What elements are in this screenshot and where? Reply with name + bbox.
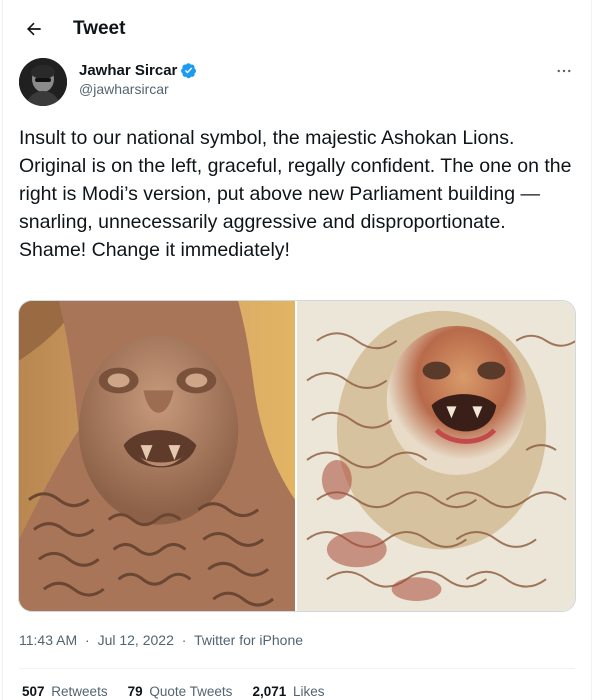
top-bar: Tweet [3, 0, 591, 58]
back-button[interactable] [17, 12, 51, 46]
quotes-label: Quote Tweets [149, 684, 233, 699]
page-title: Tweet [73, 18, 126, 39]
author-row: Jawhar Sircar @jawharsircar [3, 58, 591, 114]
quotes-count: 79 [127, 684, 143, 699]
avatar[interactable] [19, 58, 67, 106]
quote-tweets-stat[interactable]: 79 Quote Tweets [128, 684, 233, 699]
likes-label: Likes [293, 684, 325, 699]
tweet-media [18, 300, 576, 612]
lion-sculpture-image [297, 301, 575, 611]
media-image-new-lion[interactable] [297, 301, 575, 611]
tweet-time[interactable]: 11:43 AM [19, 632, 77, 648]
retweets-label: Retweets [51, 684, 108, 699]
avatar-portrait [19, 58, 67, 106]
tweet-text: Insult to our national symbol, the majes… [19, 127, 577, 261]
likes-stat[interactable]: 2,071 Likes [252, 684, 324, 699]
author-handle[interactable]: @jawharsircar [79, 81, 197, 97]
retweets-stat[interactable]: 507 Retweets [22, 684, 108, 699]
author-display-name[interactable]: Jawhar Sircar [79, 62, 177, 79]
tweet-metadata: 11:43 AM · Jul 12, 2022 · Twitter for iP… [19, 632, 303, 648]
tweet-date[interactable]: Jul 12, 2022 [98, 632, 174, 648]
divider [19, 668, 575, 669]
more-options-icon [557, 69, 571, 73]
tweet-page: Tweet Jawhar Sircar @jawharsircar Insult… [2, 0, 592, 700]
meta-separator: · [85, 632, 90, 648]
lion-sculpture-image [19, 301, 295, 611]
media-image-original-lion[interactable] [19, 301, 295, 611]
meta-separator: · [181, 632, 187, 648]
engagement-stats: 507 Retweets 79 Quote Tweets 2,071 Likes [22, 684, 345, 699]
verified-badge-icon [181, 63, 197, 79]
more-options-button[interactable] [555, 62, 573, 85]
tweet-source[interactable]: Twitter for iPhone [194, 632, 303, 648]
retweets-count: 507 [22, 684, 45, 699]
arrow-left-icon [27, 22, 41, 36]
likes-count: 2,071 [252, 684, 287, 699]
